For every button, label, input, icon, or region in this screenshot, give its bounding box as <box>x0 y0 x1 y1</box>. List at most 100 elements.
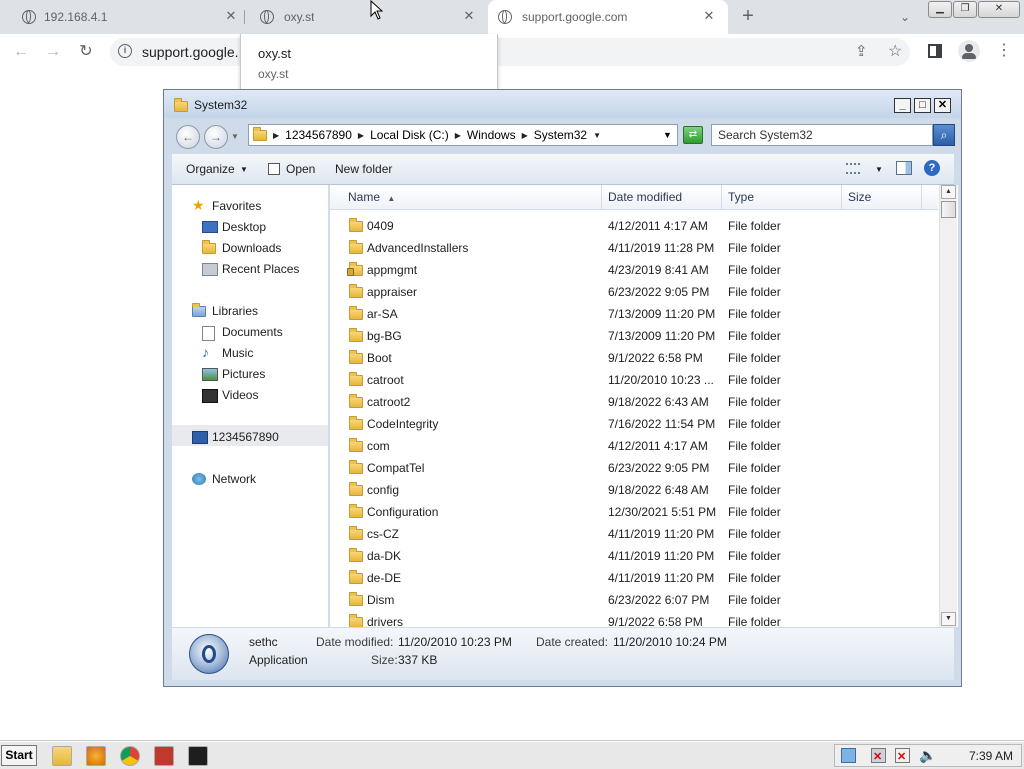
search-icon[interactable]: ⌕ <box>933 124 955 146</box>
suggestion-primary[interactable]: oxy.st <box>258 46 291 61</box>
nav-desktop[interactable]: Desktop <box>202 220 266 234</box>
clock[interactable]: 7:39 AM <box>969 749 1013 763</box>
table-row[interactable]: CodeIntegrity 7/16/2022 11:54 PM File fold… <box>330 413 938 435</box>
close-window-button[interactable]: ✕ <box>978 1 1020 18</box>
nav-music[interactable]: ♪ Music <box>202 344 253 360</box>
table-row[interactable]: cs-CZ 4/11/2019 11:20 PM File folder <box>330 523 938 545</box>
address-text[interactable]: support.google. <box>142 44 239 60</box>
suggestion-secondary[interactable]: oxy.st <box>258 67 288 81</box>
tray-app-icon[interactable] <box>841 748 856 763</box>
explorer-taskbar-icon[interactable] <box>52 746 72 766</box>
view-options-icon[interactable] <box>846 163 860 174</box>
column-date-modified[interactable]: Date modified <box>602 185 722 209</box>
arrow-left-icon[interactable]: ← <box>10 41 32 63</box>
kebab-menu-icon[interactable]: ⋮ <box>996 42 1012 60</box>
view-chevron-icon[interactable]: ▼ <box>875 165 883 174</box>
table-row[interactable]: Configuration 12/30/2021 5:51 PM File fold… <box>330 501 938 523</box>
side-panel-icon[interactable] <box>928 44 942 58</box>
vertical-scrollbar[interactable]: ▲ ▼ <box>939 185 957 627</box>
arrow-right-icon[interactable]: → <box>42 41 64 63</box>
breadcrumb[interactable]: ▶ 1234567890 ▶ Local Disk (C:) ▶ Windows… <box>248 124 678 146</box>
table-row[interactable]: drivers 9/1/2022 6:58 PM File folder <box>330 611 938 627</box>
table-row[interactable]: AdvancedInstallers 4/11/2019 11:28 PM File… <box>330 237 938 259</box>
profile-icon[interactable] <box>958 40 980 62</box>
restore-window-button[interactable]: ❐ <box>953 1 977 18</box>
star-icon[interactable]: ☆ <box>888 41 902 61</box>
chevron-right-icon[interactable]: ▶ <box>273 131 279 140</box>
table-row[interactable]: com 4/12/2011 4:17 AM File folder <box>330 435 938 457</box>
command-prompt-taskbar-icon[interactable] <box>188 746 208 766</box>
app-taskbar-icon[interactable] <box>154 746 174 766</box>
nav-pictures[interactable]: Pictures <box>202 367 265 381</box>
tab-search-chevron-icon[interactable]: ⌄ <box>896 8 914 26</box>
open-button[interactable]: Open <box>286 162 315 176</box>
search-input[interactable]: Search System32 <box>711 124 933 146</box>
scroll-thumb[interactable] <box>941 201 956 218</box>
table-row[interactable]: config 9/18/2022 6:48 AM File folder <box>330 479 938 501</box>
table-row[interactable]: catroot2 9/18/2022 6:43 AM File folder <box>330 391 938 413</box>
chrome-taskbar-icon[interactable] <box>120 746 140 766</box>
preview-pane-icon[interactable] <box>896 161 912 175</box>
chevron-down-icon[interactable]: ▼ <box>593 131 601 140</box>
nav-network[interactable]: Network <box>192 472 256 486</box>
close-tab-icon[interactable]: ✕ <box>462 9 476 23</box>
chevron-right-icon[interactable]: ▶ <box>358 131 364 140</box>
explorer-title-bar[interactable]: System32 _ □ ✕ <box>164 90 961 118</box>
close-button[interactable]: ✕ <box>934 98 951 113</box>
minimize-button[interactable]: _ <box>894 98 911 113</box>
table-row[interactable]: catroot 11/20/2010 10:23 ... File folder <box>330 369 938 391</box>
organize-chevron-icon[interactable]: ▼ <box>240 165 248 174</box>
recent-pages-chevron-icon[interactable]: ▼ <box>231 132 239 141</box>
minimize-window-button[interactable]: ▁ <box>928 1 952 18</box>
breadcrumb-local-disk[interactable]: Local Disk (C:) <box>370 128 449 142</box>
table-row[interactable]: Boot 9/1/2022 6:58 PM File folder <box>330 347 938 369</box>
close-tab-icon[interactable]: ✕ <box>702 9 716 23</box>
tab-oxy-st[interactable]: oxy.st ✕ <box>252 0 486 34</box>
table-row[interactable]: de-DE 4/11/2019 11:20 PM File folder <box>330 567 938 589</box>
nav-computer[interactable]: 1234567890 <box>192 430 279 444</box>
nav-documents[interactable]: Documents <box>202 325 283 341</box>
table-row[interactable]: da-DK 4/11/2019 11:20 PM File folder <box>330 545 938 567</box>
table-row[interactable]: appmgmt 4/23/2019 8:41 AM File folder <box>330 259 938 281</box>
reload-icon[interactable]: ↻ <box>75 41 97 63</box>
nav-libraries[interactable]: Libraries <box>192 303 258 318</box>
table-row[interactable]: Dism 6/23/2022 6:07 PM File folder <box>330 589 938 611</box>
back-arrow-icon[interactable]: ← <box>176 125 200 149</box>
scroll-down-arrow-icon[interactable]: ▼ <box>941 612 956 626</box>
table-row[interactable]: bg-BG 7/13/2009 11:20 PM File folder <box>330 325 938 347</box>
help-icon[interactable]: ? <box>924 160 940 176</box>
forward-arrow-icon[interactable]: → <box>204 125 228 149</box>
address-bar[interactable]: i support.google. ⇪ ☆ <box>110 38 910 66</box>
table-row[interactable]: CompatTel 6/23/2022 9:05 PM File folder <box>330 457 938 479</box>
breadcrumb-computer[interactable]: 1234567890 <box>285 128 352 142</box>
nav-recent-places[interactable]: Recent Places <box>202 262 299 276</box>
organize-button[interactable]: Organize <box>186 162 235 176</box>
site-info-icon[interactable]: i <box>118 44 132 58</box>
nav-downloads[interactable]: Downloads <box>202 240 281 255</box>
table-row[interactable]: ar-SA 7/13/2009 11:20 PM File folder <box>330 303 938 325</box>
close-tab-icon[interactable]: ✕ <box>224 9 238 23</box>
refresh-icon[interactable]: ⇄ <box>683 126 703 144</box>
tab-support-google[interactable]: support.google.com ✕ <box>488 0 728 34</box>
new-tab-button[interactable]: + <box>738 6 758 26</box>
table-row[interactable]: appraiser 6/23/2022 9:05 PM File folder <box>330 281 938 303</box>
table-row[interactable]: 0409 4/12/2011 4:17 AM File folder <box>330 215 938 237</box>
column-name[interactable]: Name ▲ <box>330 185 602 209</box>
tab-192-168-4-1[interactable]: 192.168.4.1 ✕ <box>16 0 244 34</box>
breadcrumb-windows[interactable]: Windows <box>467 128 516 142</box>
nav-favorites[interactable]: ★ Favorites <box>192 197 261 213</box>
start-button[interactable]: Start <box>1 745 37 766</box>
media-player-taskbar-icon[interactable] <box>86 746 106 766</box>
chevron-right-icon[interactable]: ▶ <box>455 131 461 140</box>
column-type[interactable]: Type <box>722 185 842 209</box>
scroll-up-arrow-icon[interactable]: ▲ <box>941 185 956 199</box>
volume-icon[interactable]: 🔈 <box>919 747 936 764</box>
breadcrumb-system32[interactable]: System32 <box>534 128 587 142</box>
maximize-button[interactable]: □ <box>914 98 931 113</box>
column-size[interactable]: Size <box>842 185 922 209</box>
address-history-chevron-icon[interactable]: ▼ <box>663 130 672 140</box>
nav-videos[interactable]: Videos <box>202 388 258 403</box>
share-icon[interactable]: ⇪ <box>855 42 868 60</box>
new-folder-button[interactable]: New folder <box>335 162 392 176</box>
chevron-right-icon[interactable]: ▶ <box>522 131 528 140</box>
